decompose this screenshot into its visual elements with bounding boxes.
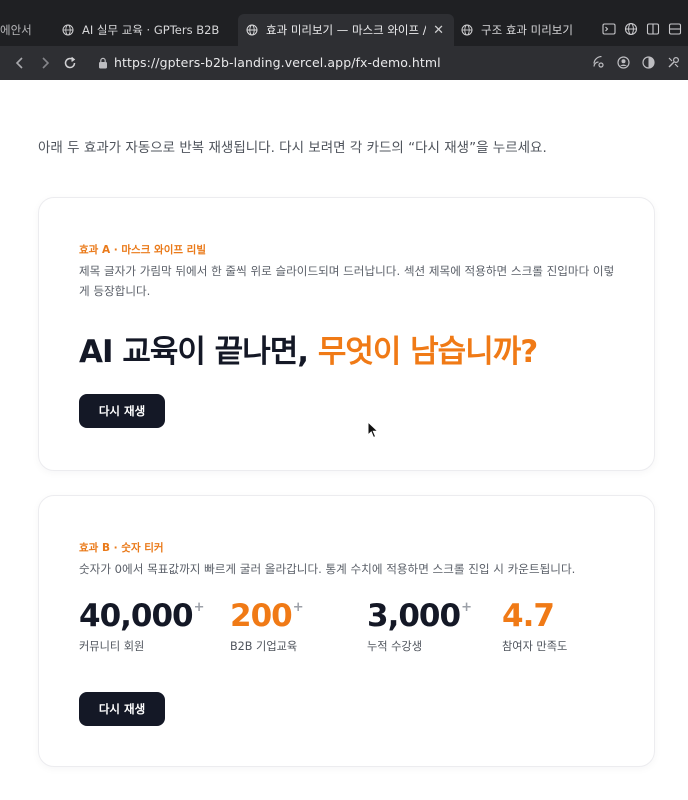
globe-icon	[461, 24, 473, 36]
replay-button[interactable]: 다시 재생	[79, 394, 165, 428]
cast-icon[interactable]	[592, 56, 605, 69]
globe-icon	[62, 24, 74, 36]
card-description: 제목 글자가 가림막 뒤에서 한 줄씩 위로 슬라이드되며 드러납니다. 섹션 …	[79, 264, 615, 298]
profile-icon[interactable]	[617, 56, 630, 69]
terminal-icon[interactable]	[602, 22, 616, 36]
url-field[interactable]: https://gpters-b2b-landing.vercel.app/fx…	[114, 55, 441, 70]
stat-value: 4.7	[502, 598, 555, 634]
globe-icon	[246, 24, 258, 36]
mouse-cursor-icon	[367, 421, 380, 439]
back-icon[interactable]	[12, 55, 28, 71]
intro-text: 아래 두 효과가 자동으로 반복 재생됩니다. 다시 보려면 각 카드의 “다시…	[38, 140, 547, 156]
tab-label: 효과 미리보기 — 마스크 와이프 /...	[266, 23, 426, 37]
stat-suffix: +	[461, 600, 472, 615]
card-eyebrow: 효과 B · 숫자 티커	[79, 542, 164, 554]
replay-button[interactable]: 다시 재생	[79, 692, 165, 726]
contrast-icon[interactable]	[642, 56, 655, 69]
stat-satisfaction: 4.7 참여자 만족도	[502, 598, 567, 654]
effect-card-number-ticker: 효과 B · 숫자 티커 숫자가 0에서 목표값까지 빠르게 굴러 올라갑니다.…	[38, 495, 655, 767]
headline-main: AI 교육이 끝나면,	[79, 334, 318, 370]
tab-effect-preview[interactable]: 효과 미리보기 — 마스크 와이프 /... ✕	[238, 14, 454, 46]
demo-headline: AI 교육이 끝나면, 무엇이 남습니까?	[79, 326, 538, 371]
tab-structure-preview[interactable]: 구조 효과 미리보기	[461, 14, 611, 46]
page-content: 아래 두 효과가 자동으로 반복 재생됩니다. 다시 보려면 각 카드의 “다시…	[0, 80, 688, 800]
tools-icon[interactable]	[667, 56, 680, 69]
tab-partial[interactable]: 에안서	[0, 14, 38, 46]
stat-label: 누적 수강생	[367, 640, 423, 653]
card-eyebrow: 효과 A · 마스크 와이프 리빌	[79, 244, 206, 256]
stat-students: 3,000+ 누적 수강생	[367, 598, 472, 654]
reload-icon[interactable]	[62, 55, 78, 71]
tab-label: AI 실무 교육 · GPTers B2B	[82, 23, 220, 37]
tab-ai-education[interactable]: AI 실무 교육 · GPTers B2B	[62, 14, 234, 46]
tab-label: 구조 효과 미리보기	[481, 23, 573, 37]
stat-label: 커뮤니티 회원	[79, 640, 145, 653]
stat-label: B2B 기업교육	[230, 640, 298, 653]
stat-label: 참여자 만족도	[502, 640, 568, 653]
stat-community: 40,000+ 커뮤니티 회원	[79, 598, 205, 654]
stat-value: 3,000	[367, 598, 461, 634]
stat-suffix: +	[292, 600, 304, 615]
close-icon[interactable]: ✕	[433, 23, 444, 38]
sidebar-toggle-icon[interactable]	[668, 22, 682, 36]
effect-card-mask-wipe: 효과 A · 마스크 와이프 리빌 제목 글자가 가림막 뒤에서 한 줄씩 위로…	[38, 197, 655, 471]
forward-icon[interactable]	[37, 55, 53, 71]
stat-value: 200	[230, 598, 293, 634]
card-description: 숫자가 0에서 목표값까지 빠르게 굴러 올라갑니다. 통계 수치에 적용하면 …	[79, 562, 576, 576]
browser-tab-bar: 에안서 AI 실무 교육 · GPTers B2B 효과 미리보기 — 마스크 …	[0, 0, 688, 46]
window-controls	[602, 22, 682, 36]
lock-icon	[99, 57, 107, 69]
globe-icon[interactable]	[624, 22, 638, 36]
stat-b2b: 200+ B2B 기업교육	[230, 598, 304, 654]
stat-value: 40,000	[79, 598, 194, 634]
toolbar-icons	[592, 56, 680, 69]
tab-label: 에안서	[0, 23, 32, 37]
address-bar-row: https://gpters-b2b-landing.vercel.app/fx…	[0, 46, 688, 80]
headline-accent: 무엇이 남습니까?	[317, 334, 538, 370]
split-view-icon[interactable]	[646, 22, 660, 36]
stat-suffix: +	[193, 600, 205, 615]
